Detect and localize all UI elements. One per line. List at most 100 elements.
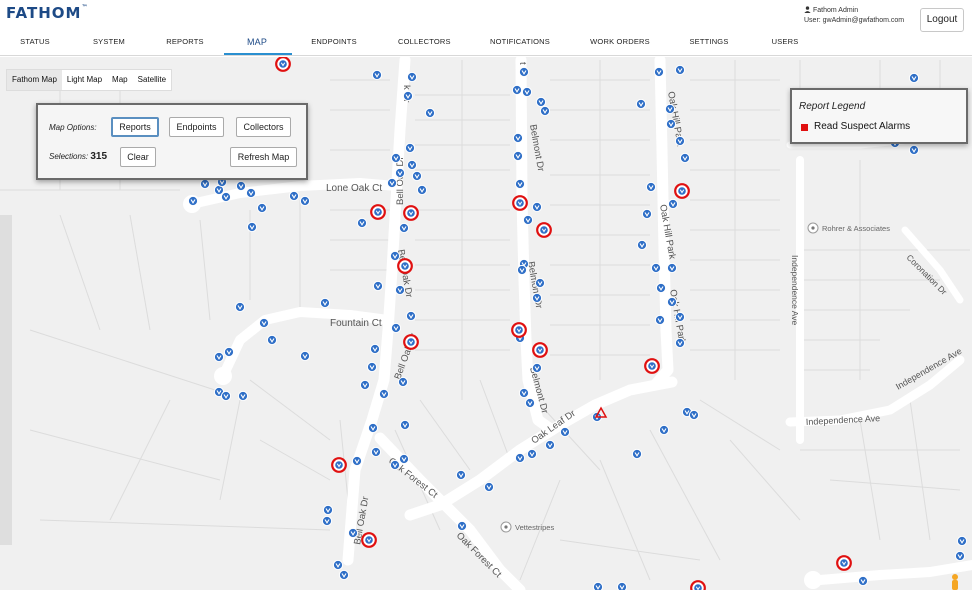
meter-endpoint-icon[interactable] [235,180,247,192]
map-type-map[interactable]: Map [107,70,133,90]
meter-endpoint-icon[interactable] [531,201,543,213]
meter-endpoint-icon[interactable] [456,520,468,532]
meter-endpoint-icon[interactable] [674,135,686,147]
meter-endpoint-icon[interactable] [654,314,666,326]
alarm-endpoint-icon[interactable] [644,358,660,374]
alarm-endpoint-icon[interactable] [690,580,706,590]
meter-endpoint-icon[interactable] [666,296,678,308]
endpoints-button[interactable]: Endpoints [169,117,224,137]
meter-endpoint-icon[interactable] [411,170,423,182]
map-canvas[interactable]: Lone Oak Ct Fountain Ct Bell Oak Dr Bell… [0,57,972,590]
meter-endpoint-icon[interactable] [653,66,665,78]
meter-endpoint-icon[interactable] [674,64,686,76]
meter-endpoint-icon[interactable] [526,448,538,460]
meter-endpoint-icon[interactable] [514,178,526,190]
reports-button[interactable]: Reports [111,117,159,137]
meter-endpoint-icon[interactable] [424,107,436,119]
meter-endpoint-icon[interactable] [857,575,869,587]
meter-endpoint-icon[interactable] [635,98,647,110]
meter-endpoint-icon[interactable] [237,390,249,402]
meter-endpoint-icon[interactable] [511,84,523,96]
tab-endpoints[interactable]: ENDPOINTS [310,34,358,56]
alarm-endpoint-icon[interactable] [370,204,386,220]
meter-endpoint-icon[interactable] [416,184,428,196]
meter-endpoint-icon[interactable] [908,144,920,156]
collectors-button[interactable]: Collectors [236,117,291,137]
meter-endpoint-icon[interactable] [398,453,410,465]
meter-endpoint-icon[interactable] [370,446,382,458]
meter-endpoint-icon[interactable] [521,86,533,98]
meter-endpoint-icon[interactable] [522,214,534,226]
meter-endpoint-icon[interactable] [531,292,543,304]
meter-endpoint-icon[interactable] [641,208,653,220]
meter-endpoint-icon[interactable] [256,202,268,214]
meter-endpoint-icon[interactable] [402,90,414,102]
meter-endpoint-icon[interactable] [223,346,235,358]
meter-endpoint-icon[interactable] [531,362,543,374]
meter-endpoint-icon[interactable] [655,282,667,294]
map-type-fathom[interactable]: Fathom Map [7,70,62,90]
meter-endpoint-icon[interactable] [406,159,418,171]
meter-endpoint-icon[interactable] [535,96,547,108]
meter-endpoint-icon[interactable] [366,361,378,373]
meter-endpoint-icon[interactable] [397,376,409,388]
meter-endpoint-icon[interactable] [636,239,648,251]
meter-endpoint-icon[interactable] [372,280,384,292]
tab-users[interactable]: USERS [770,34,800,56]
meter-endpoint-icon[interactable] [674,337,686,349]
meter-endpoint-icon[interactable] [394,167,406,179]
meter-endpoint-icon[interactable] [338,569,350,581]
meter-endpoint-icon[interactable] [369,343,381,355]
meter-endpoint-icon[interactable] [234,301,246,313]
meter-endpoint-icon[interactable] [679,152,691,164]
meter-endpoint-icon[interactable] [220,191,232,203]
clear-button[interactable]: Clear [120,147,156,167]
meter-endpoint-icon[interactable] [351,455,363,467]
alarm-endpoint-icon[interactable] [836,555,852,571]
meter-endpoint-icon[interactable] [592,581,604,590]
meter-endpoint-icon[interactable] [347,527,359,539]
tab-system[interactable]: SYSTEM [92,34,126,56]
pegman-icon[interactable] [952,574,958,590]
alarm-endpoint-icon[interactable] [674,183,690,199]
tab-settings[interactable]: SETTINGS [688,34,730,56]
alarm-endpoint-icon[interactable] [512,195,528,211]
meter-endpoint-icon[interactable] [645,181,657,193]
meter-endpoint-icon[interactable] [378,388,390,400]
tab-reports[interactable]: REPORTS [166,34,204,56]
meter-endpoint-icon[interactable] [258,317,270,329]
meter-endpoint-icon[interactable] [534,277,546,289]
poi-vettestripes[interactable]: Vettestripes [500,521,554,533]
map-type-satellite[interactable]: Satellite [133,70,171,90]
meter-endpoint-icon[interactable] [667,198,679,210]
meter-endpoint-icon[interactable] [359,379,371,391]
meter-endpoint-icon[interactable] [688,409,700,421]
meter-endpoint-icon[interactable] [666,262,678,274]
meter-endpoint-icon[interactable] [213,351,225,363]
meter-endpoint-icon[interactable] [616,581,628,590]
alarm-endpoint-icon[interactable] [275,57,291,72]
meter-endpoint-icon[interactable] [908,72,920,84]
meter-endpoint-icon[interactable] [512,132,524,144]
map-type-light[interactable]: Light Map [62,70,107,90]
alarm-endpoint-icon[interactable] [511,322,527,338]
meter-endpoint-icon[interactable] [405,310,417,322]
alarm-endpoint-icon[interactable] [403,334,419,350]
meter-endpoint-icon[interactable] [516,264,528,276]
meter-endpoint-icon[interactable] [321,515,333,527]
meter-endpoint-icon[interactable] [954,550,966,562]
meter-endpoint-icon[interactable] [631,448,643,460]
meter-endpoint-icon[interactable] [332,559,344,571]
meter-endpoint-icon[interactable] [299,195,311,207]
meter-endpoint-icon[interactable] [665,118,677,130]
alarm-endpoint-icon[interactable] [361,532,377,548]
meter-endpoint-icon[interactable] [245,187,257,199]
meter-endpoint-icon[interactable] [524,397,536,409]
meter-endpoint-icon[interactable] [299,350,311,362]
meter-endpoint-icon[interactable] [394,284,406,296]
meter-endpoint-icon[interactable] [398,222,410,234]
meter-endpoint-icon[interactable] [512,150,524,162]
meter-endpoint-icon[interactable] [404,142,416,154]
poi-rohrer[interactable]: Rohrer & Associates [807,222,890,234]
meter-endpoint-icon[interactable] [266,334,278,346]
